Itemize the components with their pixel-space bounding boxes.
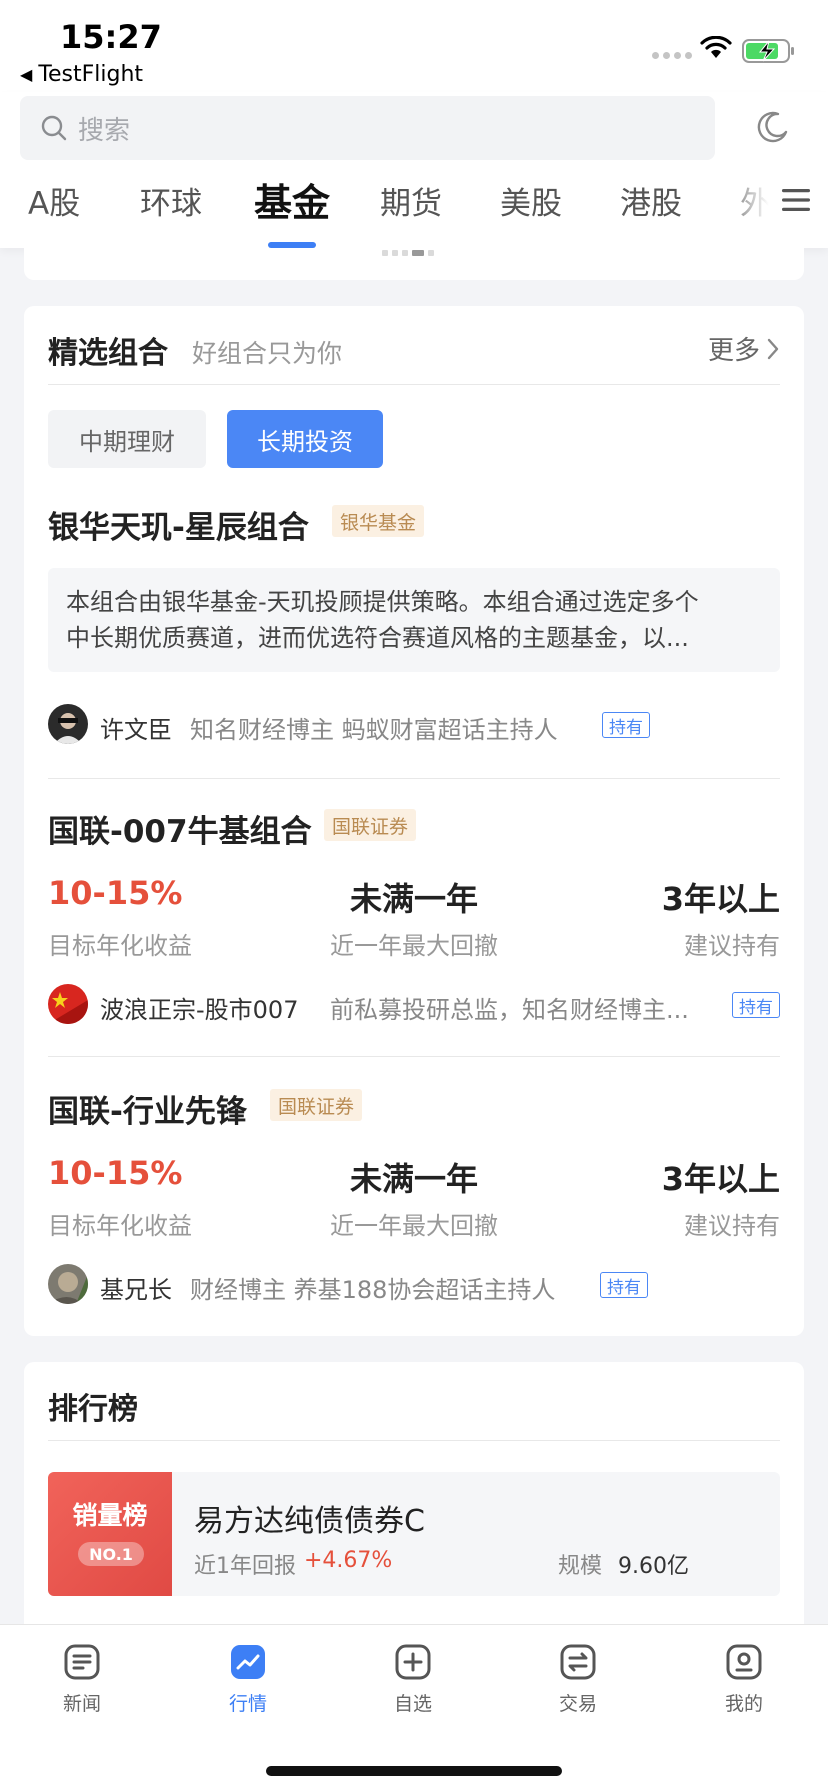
scale-label: 规模 — [558, 1554, 603, 1579]
tab-funds[interactable]: 基金 — [254, 172, 330, 227]
description-line-2: 中长期优质赛道，进而优选符合赛道风格的主题基金，以... — [66, 624, 689, 652]
tab-us-stocks[interactable]: 美股 — [500, 178, 562, 223]
nav-label: 新闻 — [62, 1693, 101, 1715]
top-header: 搜索 A股 环球 基金 期货 美股 港股 外 — [0, 92, 828, 248]
nav-news[interactable]: 新闻 — [32, 1643, 132, 1716]
max-drawdown-label: 近一年最大回撤 — [330, 932, 498, 960]
suggested-holding-value: 3年以上 — [661, 880, 780, 918]
more-link[interactable]: 更多 — [708, 330, 780, 367]
nav-label: 交易 — [558, 1693, 597, 1715]
advisor-name: 基兄长 — [100, 1276, 172, 1304]
section-subtitle: 好组合只为你 — [192, 339, 343, 368]
avatar[interactable] — [48, 984, 88, 1024]
holding-tag: 持有 — [732, 992, 780, 1018]
max-drawdown-value: 未满一年 — [349, 880, 478, 918]
target-return-value: 10-15% — [48, 1154, 183, 1192]
fund-name: 易方达纯债债券C — [194, 1504, 425, 1539]
portfolio-name[interactable]: 银华天玑-星辰组合 — [48, 502, 309, 547]
tab-hk-stocks[interactable]: 港股 — [620, 178, 682, 223]
max-drawdown-value: 未满一年 — [349, 1160, 478, 1198]
portfolio-description[interactable]: 本组合由银华基金-天玑投顾提供策略。本组合通过选定多个 中长期优质赛道，进而优选… — [48, 568, 780, 672]
more-label: 更多 — [707, 336, 760, 366]
ranking-card: 排行榜 销量榜 NO.1 易方达纯债债券C 近1年回报 +4.67% 规模 9.… — [24, 1362, 804, 1662]
suggested-holding-value: 3年以上 — [661, 1160, 780, 1198]
chip-long-term[interactable]: 长期投资 — [227, 410, 383, 468]
suggested-holding-label: 建议持有 — [684, 932, 780, 960]
cellular-signal-icon — [652, 52, 692, 59]
nav-label: 行情 — [228, 1693, 267, 1715]
news-icon — [64, 1644, 100, 1680]
wifi-icon — [700, 36, 732, 58]
issuer-badge: 国联证券 — [270, 1089, 363, 1121]
trade-icon — [560, 1644, 596, 1680]
chip-mid-term[interactable]: 中期理财 — [48, 410, 206, 468]
status-bar: 15:27 ◀ TestFlight — [0, 0, 828, 92]
sales-rank-title: 销量榜 — [72, 1501, 148, 1530]
back-app-label: TestFlight — [38, 62, 144, 87]
nav-trade[interactable]: 交易 — [528, 1643, 628, 1716]
divider — [48, 778, 780, 779]
nav-market[interactable]: 行情 — [198, 1643, 298, 1716]
suggested-holding-label: 建议持有 — [684, 1212, 780, 1240]
target-return-label: 目标年化收益 — [48, 932, 192, 960]
holding-tag: 持有 — [602, 712, 650, 738]
menu-icon[interactable] — [780, 186, 812, 214]
divider — [48, 1056, 780, 1057]
advisor-description: 前私募投研总监，知名财经博主... — [330, 996, 689, 1024]
section-title: 排行榜 — [48, 1392, 138, 1427]
tab-futures[interactable]: 期货 — [380, 178, 442, 223]
advisor-description: 知名财经博主 蚂蚁财富超话主持人 — [190, 716, 558, 744]
return-label: 近1年回报 — [194, 1554, 296, 1579]
divider — [48, 1440, 780, 1441]
sales-rank-tag: 销量榜 NO.1 — [48, 1472, 172, 1596]
divider — [48, 384, 780, 385]
advisor-name: 波浪正宗-股市007 — [100, 996, 299, 1024]
market-icon — [231, 1645, 265, 1679]
dark-mode-moon-icon[interactable] — [756, 110, 790, 144]
nav-label: 自选 — [393, 1693, 432, 1715]
home-indicator — [266, 1766, 562, 1776]
battery-charging-icon — [742, 39, 794, 63]
back-triangle-icon: ◀ — [20, 65, 33, 84]
chevron-right-icon — [767, 338, 779, 359]
advisor-name: 许文臣 — [100, 716, 172, 744]
category-tabs: A股 环球 基金 期货 美股 港股 外 — [0, 164, 828, 248]
scale-value: 9.60亿 — [618, 1554, 689, 1579]
advisor-description: 财经博主 养基188协会超话主持人 — [190, 1276, 556, 1304]
ranking-item[interactable]: 销量榜 NO.1 易方达纯债债券C 近1年回报 +4.67% 规模 9.60亿 — [48, 1472, 780, 1596]
profile-icon — [726, 1644, 762, 1680]
search-placeholder: 搜索 — [78, 115, 131, 146]
status-time: 15:27 — [60, 18, 162, 56]
portfolio-card: 精选组合 好组合只为你 更多 中期理财 长期投资 银华天玑-星辰组合 银华基金 … — [24, 306, 804, 1336]
nav-profile[interactable]: 我的 — [694, 1643, 794, 1716]
rank-number-badge: NO.1 — [78, 1542, 144, 1566]
tab-a-shares[interactable]: A股 — [28, 178, 80, 223]
banner-pager — [382, 250, 434, 256]
nav-watchlist[interactable]: 自选 — [363, 1643, 463, 1716]
avatar[interactable] — [48, 1264, 88, 1304]
description-line-1: 本组合由银华基金-天玑投顾提供策略。本组合通过选定多个 — [66, 588, 699, 616]
portfolio-name[interactable]: 国联-007牛基组合 — [48, 806, 312, 851]
return-value: +4.67% — [304, 1548, 393, 1573]
section-title: 精选组合 — [48, 336, 168, 371]
search-icon — [41, 115, 67, 141]
portfolio-name[interactable]: 国联-行业先锋 — [48, 1086, 247, 1131]
target-return-label: 目标年化收益 — [48, 1212, 192, 1240]
tab-global[interactable]: 环球 — [140, 178, 202, 223]
holding-tag: 持有 — [600, 1272, 648, 1298]
search-bar[interactable]: 搜索 — [20, 96, 715, 160]
add-watchlist-icon — [395, 1644, 431, 1680]
avatar[interactable] — [48, 704, 88, 744]
issuer-badge: 国联证券 — [324, 809, 417, 841]
issuer-badge: 银华基金 — [332, 505, 425, 537]
max-drawdown-label: 近一年最大回撤 — [330, 1212, 498, 1240]
target-return-value: 10-15% — [48, 874, 183, 912]
back-to-app-link[interactable]: ◀ TestFlight — [20, 62, 143, 87]
nav-label: 我的 — [724, 1693, 763, 1715]
